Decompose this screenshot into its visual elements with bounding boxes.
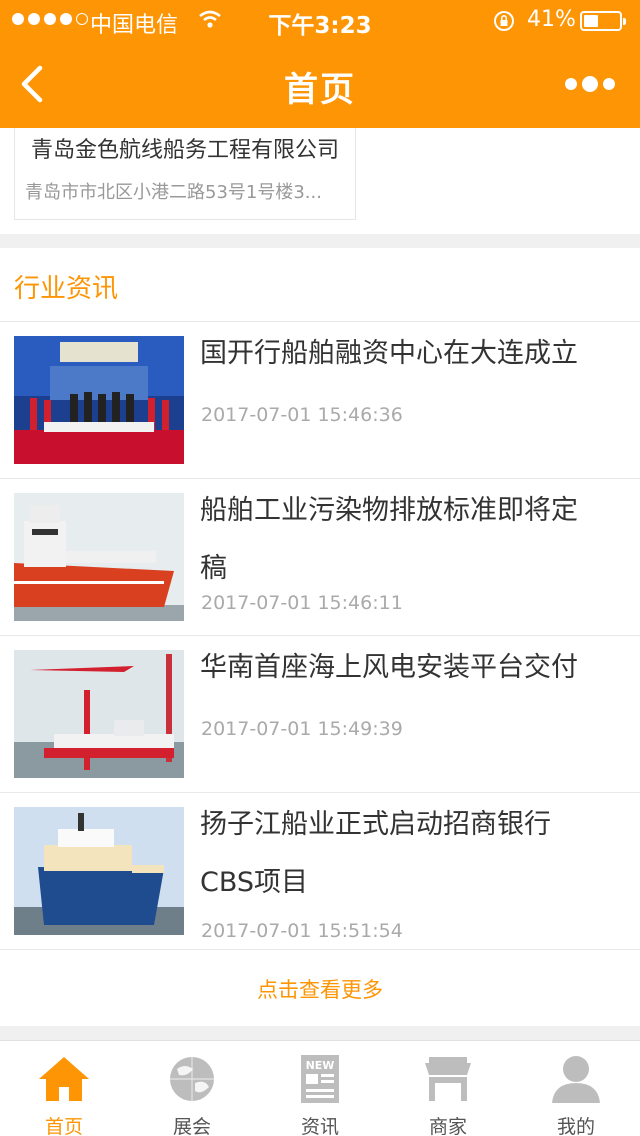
battery-percent: 41%: [527, 7, 576, 32]
tab-label: 展会: [172, 1116, 211, 1136]
company-address: 青岛市市北区小港二路53号1号楼3...: [25, 182, 322, 203]
rotation-lock-icon: [494, 11, 514, 31]
news-thumbnail: [14, 336, 184, 464]
news-title: 华南首座海上风电安装平台交付: [200, 652, 578, 683]
news-item[interactable]: 华南首座海上风电安装平台交付 2017-07-01 15:49:39: [0, 636, 640, 793]
news-icon: NEW: [301, 1055, 339, 1103]
more-dots-icon[interactable]: [564, 74, 616, 94]
top-bar: 中国电信 下午3:23 41% 首页: [0, 0, 640, 128]
tab-label: 商家: [428, 1116, 467, 1136]
news-thumbnail: [14, 493, 184, 621]
news-date: 2017-07-01 15:49:39: [201, 718, 403, 740]
tab-news[interactable]: NEW 资讯: [256, 1041, 384, 1136]
news-title: 扬子江船业正式启动招商银行CBS项目: [200, 809, 551, 898]
news-item[interactable]: 船舶工业污染物排放标准即将定稿 2017-07-01 15:46:11: [0, 479, 640, 636]
svg-text:NEW: NEW: [306, 1059, 335, 1072]
news-date: 2017-07-01 15:46:36: [201, 404, 403, 426]
status-bar: 中国电信 下午3:23 41%: [0, 0, 640, 40]
news-date: 2017-07-01 15:46:11: [201, 592, 403, 614]
company-section: 青岛金色航线船务工程有限公司 青岛市市北区小港二路53号1号楼3...: [0, 128, 640, 234]
company-card[interactable]: 青岛金色航线船务工程有限公司 青岛市市北区小港二路53号1号楼3...: [14, 128, 356, 220]
section-title: 行业资讯: [14, 274, 119, 304]
industry-news-section: 行业资讯 国开行船舶融资中心在大连成立 2017-07-01 15:46:36 …: [0, 248, 640, 1026]
tab-bar: 首页 展会 NEW 资讯 商家 我的: [0, 1040, 640, 1136]
news-item[interactable]: 扬子江船业正式启动招商银行CBS项目 2017-07-01 15:51:54: [0, 793, 640, 950]
home-icon: [39, 1057, 89, 1101]
tab-merchants[interactable]: 商家: [384, 1041, 512, 1136]
news-thumbnail: [14, 650, 184, 778]
tab-exhibition[interactable]: 展会: [128, 1041, 256, 1136]
news-title: 国开行船舶融资中心在大连成立: [200, 338, 578, 369]
news-title: 船舶工业污染物排放标准即将定稿: [200, 495, 578, 584]
store-icon: [425, 1057, 471, 1101]
company-name: 青岛金色航线船务工程有限公司: [30, 138, 339, 163]
news-date: 2017-07-01 15:51:54: [201, 920, 403, 942]
tab-label: 首页: [44, 1116, 83, 1136]
tab-label: 资讯: [300, 1116, 339, 1136]
nav-bar: 首页: [0, 40, 640, 128]
news-thumbnail: [14, 807, 184, 935]
battery-icon: [580, 11, 626, 31]
tab-label: 我的: [556, 1116, 595, 1136]
globe-icon: [170, 1057, 214, 1101]
user-icon: [552, 1056, 600, 1103]
news-item[interactable]: 国开行船舶融资中心在大连成立 2017-07-01 15:46:36: [0, 322, 640, 479]
see-more-link[interactable]: 点击查看更多: [0, 974, 640, 1004]
page-title: 首页: [284, 70, 356, 110]
tab-home[interactable]: 首页: [0, 1041, 128, 1136]
tab-mine[interactable]: 我的: [512, 1041, 640, 1136]
